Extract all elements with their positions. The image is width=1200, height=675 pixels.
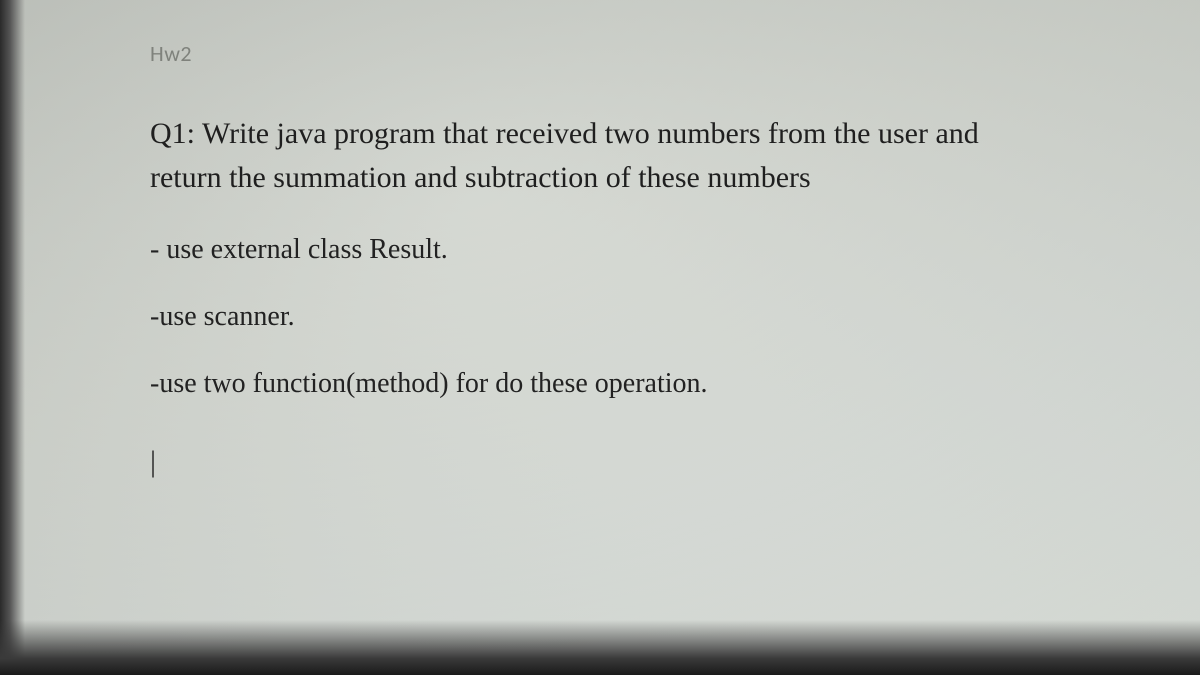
assignment-header: Hw2 <box>150 40 1050 67</box>
requirement-item: -use scanner. <box>150 296 1050 338</box>
requirement-item: - use external class Result. <box>150 229 1050 271</box>
question-text: Q1: Write java program that received two… <box>150 112 1050 199</box>
text-cursor[interactable]: | <box>150 445 1050 479</box>
document-page: Hw2 Q1: Write java program that received… <box>0 0 1200 675</box>
requirement-item: -use two function(method) for do these o… <box>150 363 1050 405</box>
